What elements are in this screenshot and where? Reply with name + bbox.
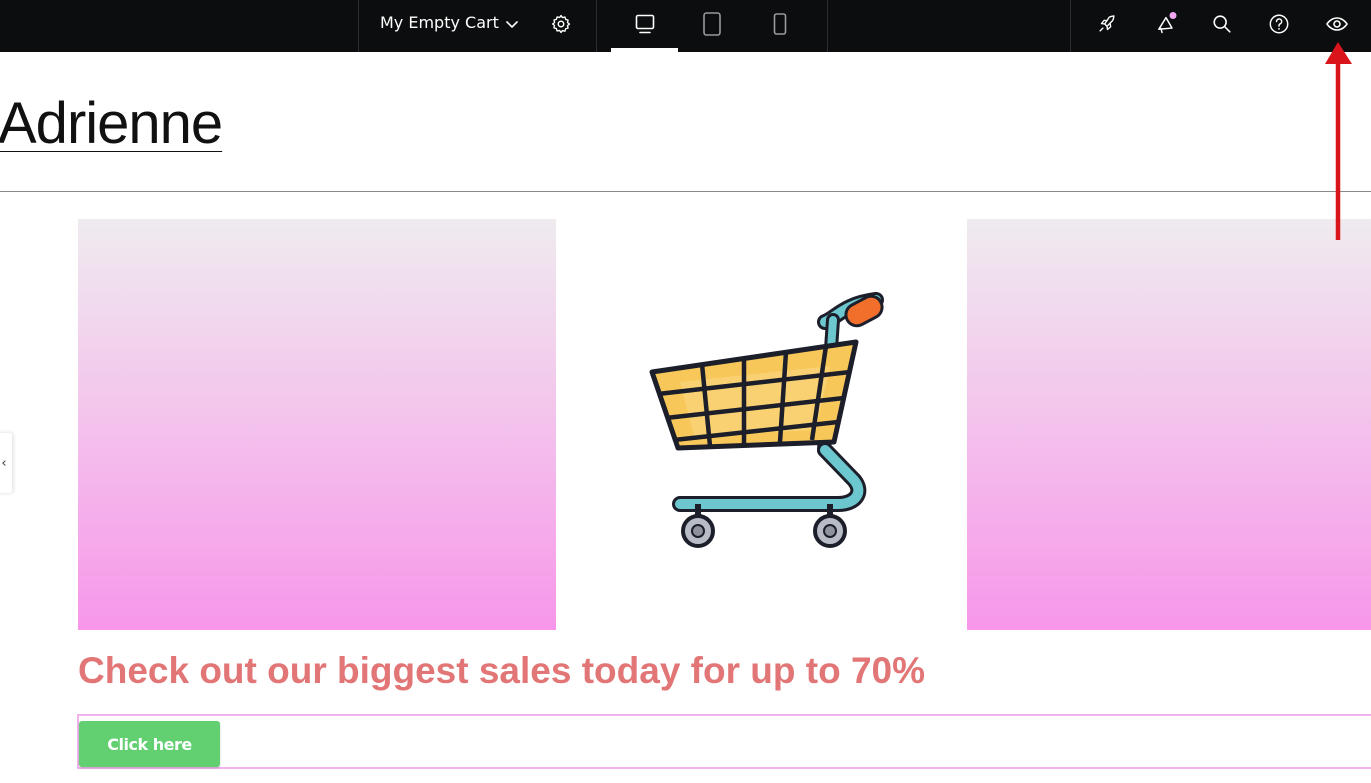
toolbar-divider: [1070, 0, 1071, 52]
sale-headline: Check out our biggest sales today for up…: [78, 650, 926, 691]
header-divider: [0, 191, 1371, 192]
toolbar-divider: [358, 0, 359, 52]
desktop-icon: [635, 14, 654, 34]
gradient-image-right: [967, 219, 1371, 630]
gear-icon[interactable]: [549, 12, 573, 36]
chevron-left-icon: ‹: [1, 455, 7, 471]
active-view-indicator: [611, 48, 678, 52]
button-section-outline: [77, 714, 1371, 769]
mobile-icon: [773, 13, 787, 35]
click-here-button[interactable]: Click here: [79, 721, 220, 767]
eye-icon[interactable]: [1324, 11, 1350, 37]
rocket-icon[interactable]: [1094, 11, 1120, 37]
gradient-image-left: [78, 219, 556, 630]
shopping-cart-icon: [649, 292, 884, 548]
megaphone-icon[interactable]: [1152, 11, 1178, 37]
desktop-view-button[interactable]: [611, 0, 678, 48]
toolbar-divider: [827, 0, 828, 52]
search-icon[interactable]: [1209, 11, 1235, 37]
chevron-down-icon[interactable]: [502, 14, 522, 34]
site-title[interactable]: Adrienne: [0, 90, 223, 157]
toolbar-divider: [596, 0, 597, 52]
editor-top-bar: My Empty Cart: [0, 0, 1371, 52]
tablet-icon: [703, 12, 721, 36]
annotation-arrow: [1325, 42, 1352, 240]
tablet-view-button[interactable]: [690, 0, 734, 48]
panel-toggle-button[interactable]: ‹: [0, 433, 12, 493]
mobile-view-button[interactable]: [758, 0, 802, 48]
document-title[interactable]: My Empty Cart: [380, 0, 499, 46]
help-circle-icon[interactable]: [1266, 11, 1292, 37]
shopping-cart-image: [640, 290, 890, 555]
